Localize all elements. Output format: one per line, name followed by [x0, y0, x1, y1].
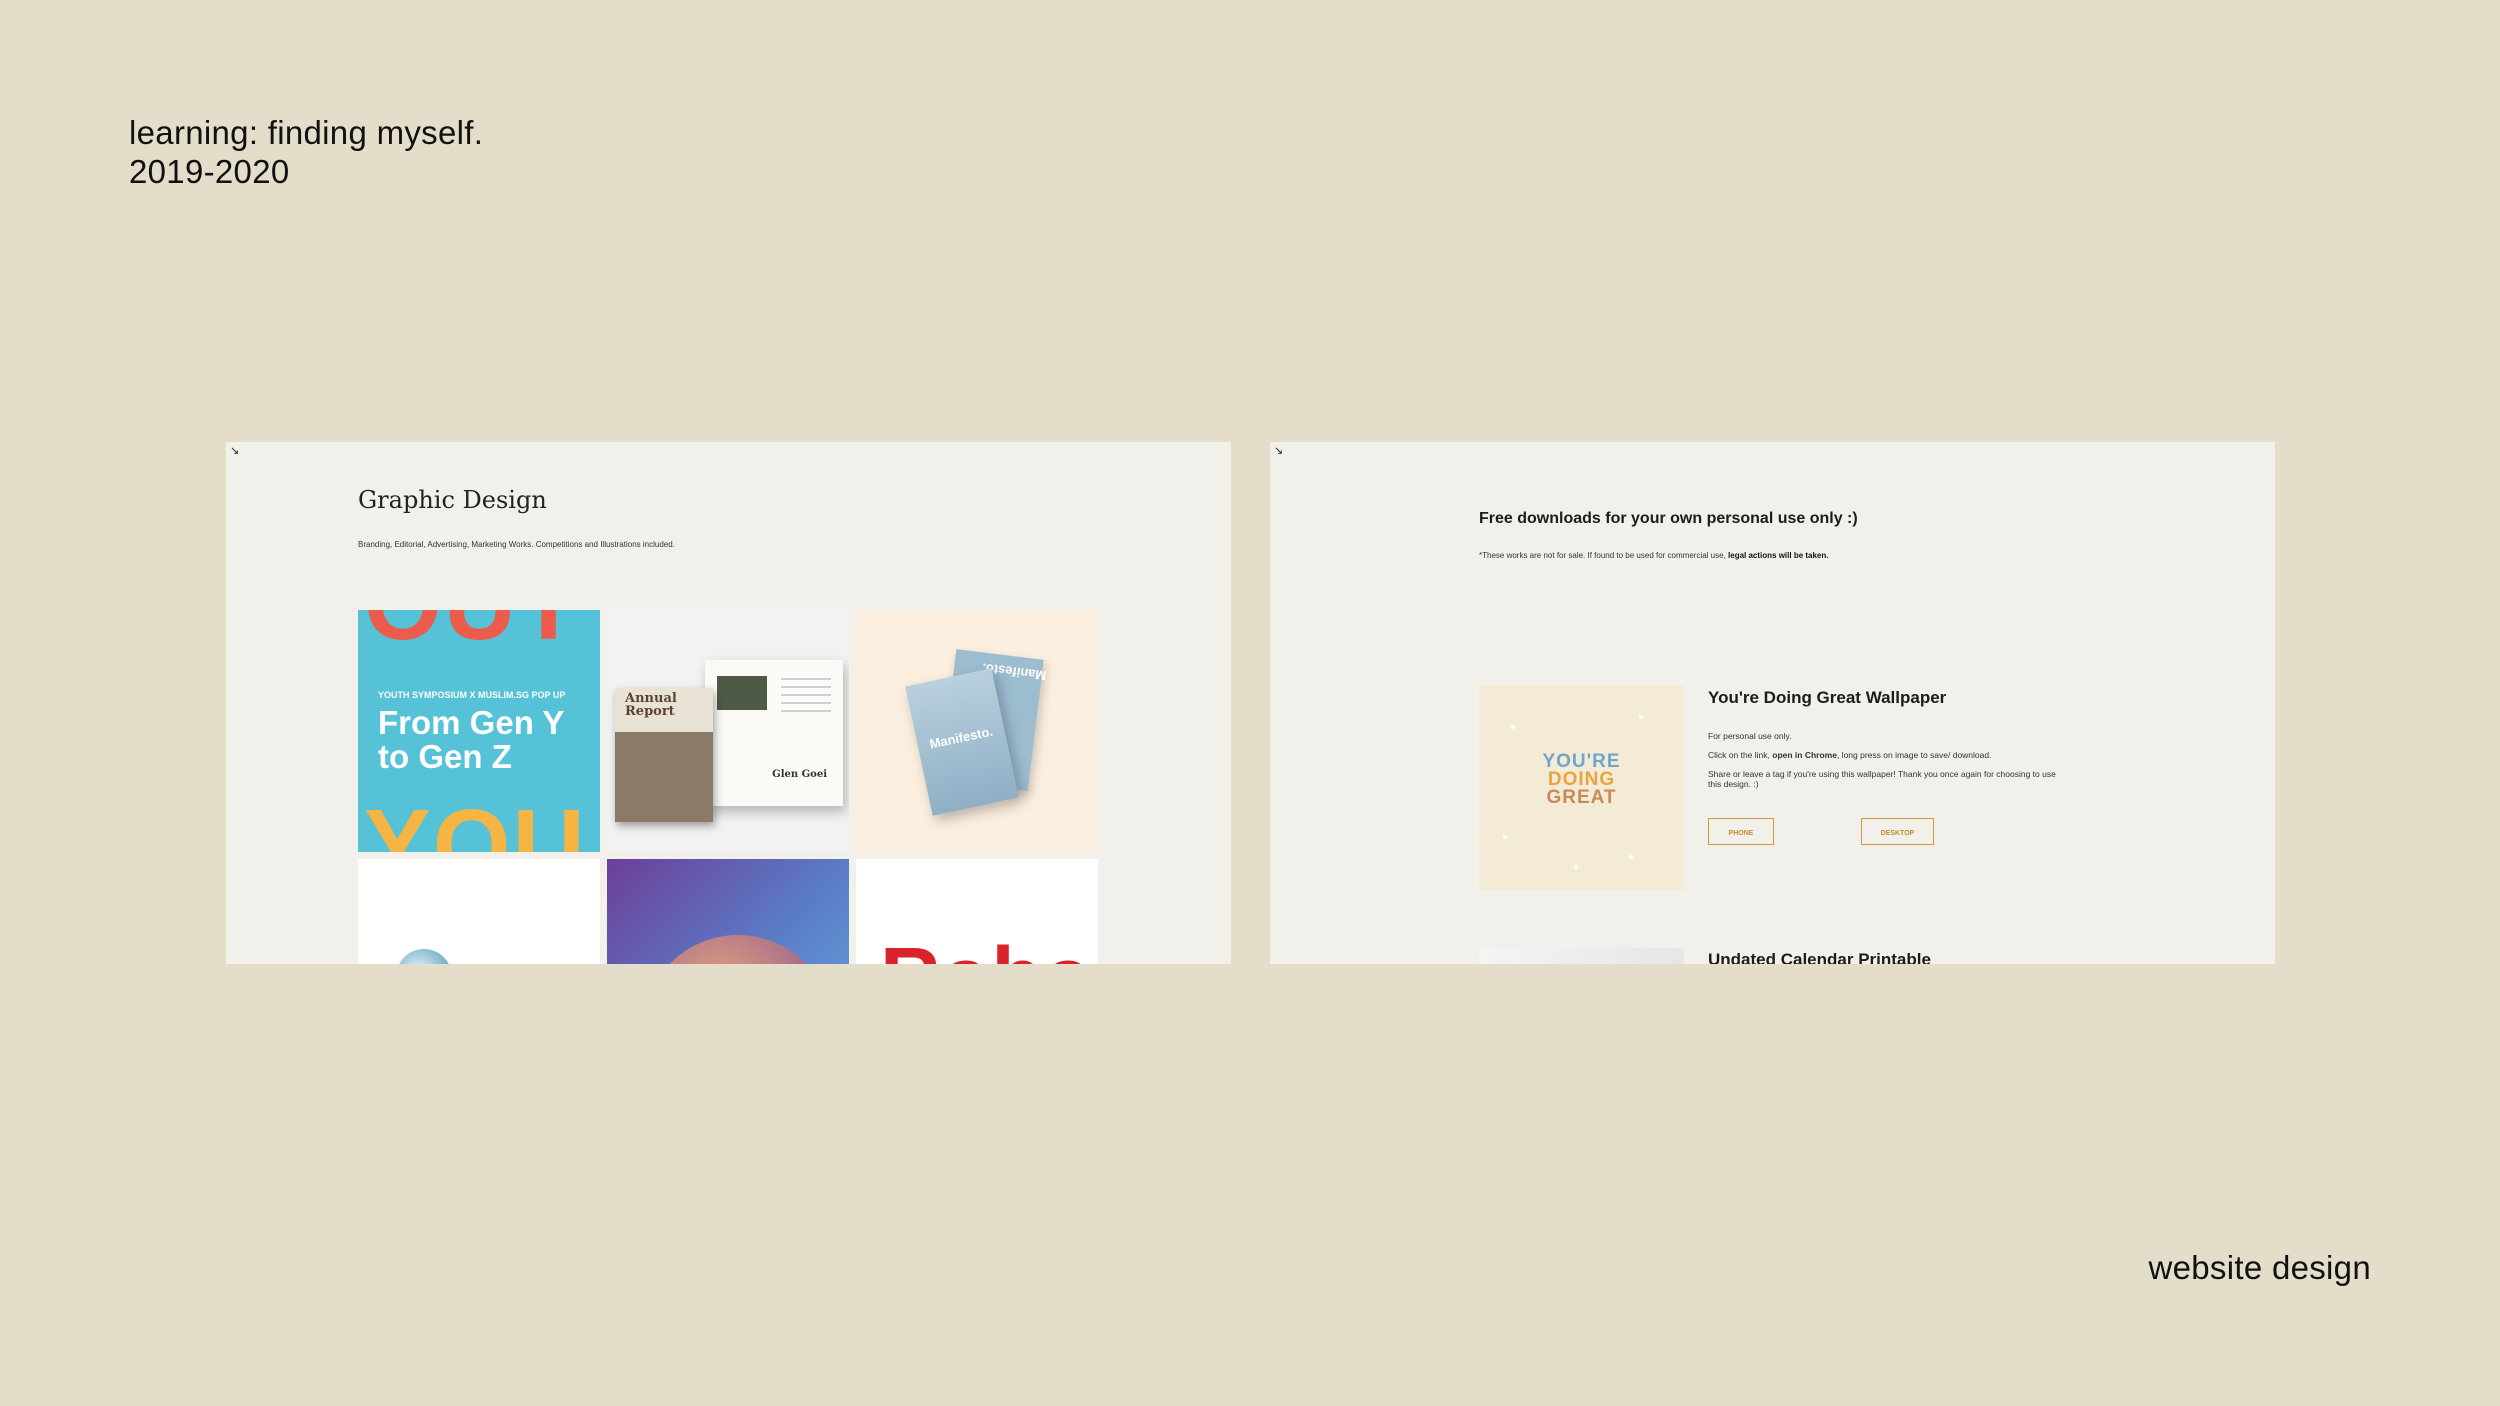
text-line: [781, 694, 831, 696]
text-line: [781, 702, 831, 704]
sparkle-icon: [1629, 855, 1633, 859]
globe-graphic: [396, 949, 452, 964]
download-item-title-2: Undated Calendar Printable: [1708, 950, 1931, 964]
portfolio-tile-gradient[interactable]: [607, 859, 849, 964]
downloads-title: Free downloads for your own personal use…: [1479, 510, 1858, 527]
tile-top-text: OUT: [364, 610, 581, 663]
sparkle-icon: [1511, 725, 1515, 729]
downloads-note-prefix: *These works are not for sale. If found …: [1479, 551, 1729, 560]
tile-small-text: YOUTH SYMPOSIUM X MUSLIM.SG POP UP: [378, 690, 566, 700]
section-title: Graphic Design: [358, 486, 547, 514]
portfolio-tile-gen-y-gen-z[interactable]: OUT YOUTH SYMPOSIUM X MUSLIM.SG POP UP F…: [358, 610, 600, 852]
desc2-bold: open in Chrome: [1772, 750, 1837, 760]
sparkle-icon: [1639, 715, 1643, 719]
report-signature: Glen Goei: [772, 769, 827, 780]
download-item-desc-1: For personal use only.: [1708, 731, 1792, 741]
tile-headline-line1: From Gen Y: [378, 704, 565, 741]
tile-bottom-text: YOU: [364, 789, 587, 852]
text-line: [781, 678, 831, 680]
downloads-note: *These works are not for sale. If found …: [1479, 551, 1829, 560]
tile-red-text: Raba: [880, 929, 1093, 964]
graphic-design-screenshot: ↘ Graphic Design Branding, Editorial, Ad…: [226, 442, 1231, 964]
tile-headline: From Gen Y to Gen Z: [378, 706, 564, 774]
page-title: learning: finding myself.: [129, 114, 484, 151]
report-cover-title-line2: Report: [625, 704, 675, 719]
section-subtitle: Branding, Editorial, Advertising, Market…: [358, 540, 675, 549]
download-item-desc-3: Share or leave a tag if you're using thi…: [1708, 769, 2056, 789]
portfolio-tile-globe[interactable]: [358, 859, 600, 964]
portfolio-tile-annual-report[interactable]: Glen Goei Annual Report: [607, 610, 849, 852]
manifesto-title: Manifesto.: [928, 723, 995, 752]
report-cover: Annual Report: [615, 688, 713, 822]
report-photo: [717, 676, 767, 710]
text-line: [781, 710, 831, 712]
portfolio-tile-red-type[interactable]: Raba: [856, 859, 1098, 964]
portfolio-tile-manifesto[interactable]: Manifesto. Manifesto.: [856, 610, 1098, 852]
footer-label: website design: [2148, 1249, 2371, 1286]
wallpaper-line3: GREAT: [1546, 787, 1617, 808]
text-line: [781, 686, 831, 688]
wallpaper-thumbnail[interactable]: YOU'RE DOING GREAT: [1479, 685, 1684, 890]
desc2-suffix: , long press on image to save/ download.: [1836, 750, 1992, 760]
expand-arrow-icon[interactable]: ↘: [1274, 444, 1283, 457]
desktop-download-button[interactable]: DESKTOP: [1861, 818, 1934, 845]
download-item-desc-2: Click on the link, open in Chrome, long …: [1708, 750, 2068, 760]
phone-download-button[interactable]: PHONE: [1708, 818, 1774, 845]
sparkle-icon: [1503, 835, 1507, 839]
gradient-orb-graphic: [643, 935, 833, 964]
wallpaper-text: YOU'RE DOING GREAT: [1479, 752, 1684, 808]
free-downloads-screenshot: ↘ Free downloads for your own personal u…: [1270, 442, 2275, 964]
calendar-thumbnail[interactable]: [1479, 948, 1684, 964]
tile-headline-line2: to Gen Z: [378, 738, 512, 775]
report-cover-title: Annual Report: [625, 692, 677, 718]
sparkle-icon: [1574, 865, 1578, 869]
report-open-page: Glen Goei: [705, 660, 843, 806]
expand-arrow-icon[interactable]: ↘: [230, 444, 239, 457]
page-years: 2019-2020: [129, 153, 290, 190]
desc2-prefix: Click on the link,: [1708, 750, 1773, 760]
page-header: learning: finding myself. 2019-2020: [129, 113, 483, 191]
download-item-title: You're Doing Great Wallpaper: [1708, 688, 1947, 707]
downloads-note-bold: legal actions will be taken.: [1728, 551, 1829, 560]
